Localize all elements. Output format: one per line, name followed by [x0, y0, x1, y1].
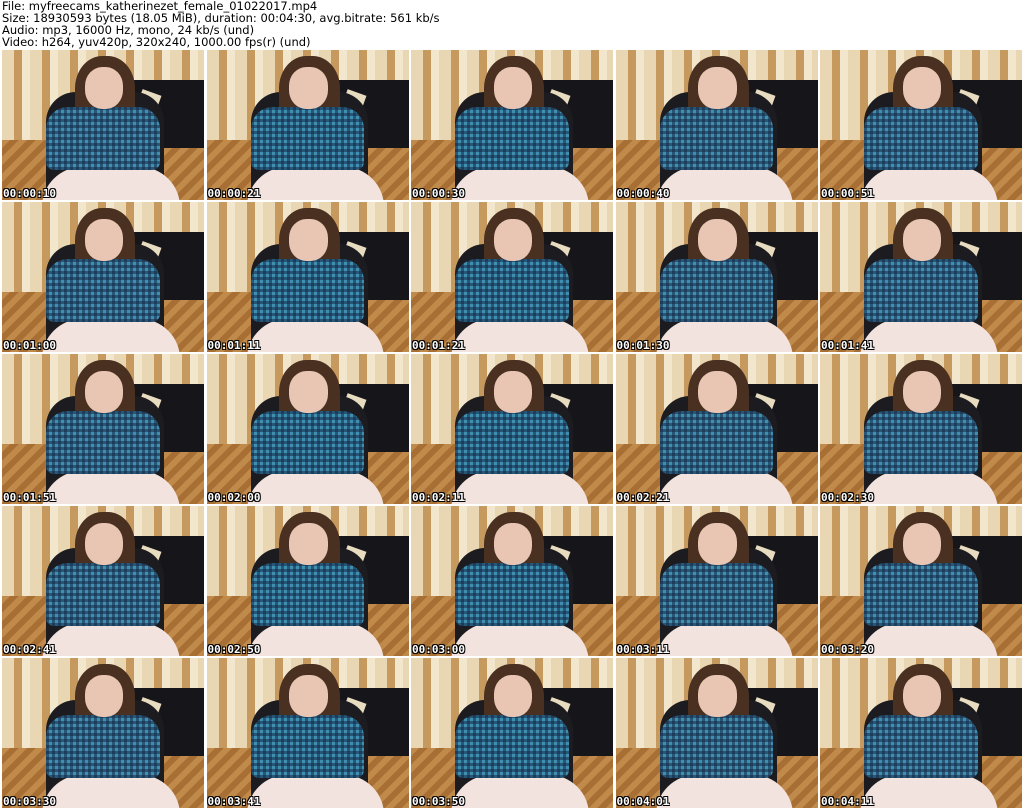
video-thumbnail: 00:02:30 — [820, 354, 1022, 504]
thumbnail-timestamp: 00:03:30 — [3, 795, 56, 808]
thumbnail-timestamp: 00:03:00 — [412, 643, 465, 656]
video-thumbnail: 00:04:11 — [820, 658, 1022, 808]
thumbnail-timestamp: 00:04:01 — [616, 795, 670, 808]
thumbnail-timestamp: 00:02:00 — [207, 491, 261, 504]
thumbnail-timestamp: 00:00:21 — [207, 187, 261, 200]
video-thumbnail: 00:03:00 — [411, 506, 613, 656]
video-thumbnail: 00:03:20 — [820, 506, 1022, 656]
thumbnail-timestamp: 00:03:20 — [821, 643, 874, 656]
thumbnail-timestamp: 00:02:41 — [3, 643, 56, 656]
thumbnail-grid: 00:00:10 00:00:21 00:00:30 00:00:40 00:00:51… — [2, 50, 1022, 808]
video-thumbnail: 00:00:10 — [2, 50, 204, 200]
thumbnail-timestamp: 00:00:30 — [412, 187, 465, 200]
thumbnail-timestamp: 00:02:50 — [207, 643, 261, 656]
video-thumbnail: 00:02:41 — [2, 506, 204, 656]
video-thumbnail: 00:03:30 — [2, 658, 204, 808]
thumbnail-timestamp: 00:00:40 — [616, 187, 670, 200]
thumbnail-timestamp: 00:00:10 — [3, 187, 56, 200]
video-thumbnail: 00:01:51 — [2, 354, 204, 504]
video-thumbnail: 00:03:41 — [206, 658, 409, 808]
video-thumbnail: 00:01:21 — [411, 202, 613, 352]
file-info-header: File: myfreecams_katherinezet_female_010… — [2, 0, 1022, 48]
video-thumbnail: 00:03:11 — [615, 506, 818, 656]
thumbnail-timestamp: 00:02:21 — [616, 491, 670, 504]
video-thumbnail: 00:02:21 — [615, 354, 818, 504]
video-thumbnail: 00:03:50 — [411, 658, 613, 808]
video-thumbnail: 00:00:21 — [206, 50, 409, 200]
video-thumbnail: 00:02:50 — [206, 506, 409, 656]
thumbnail-timestamp: 00:03:11 — [616, 643, 670, 656]
video-thumbnail: 00:02:00 — [206, 354, 409, 504]
video-thumbnail: 00:00:51 — [820, 50, 1022, 200]
thumbnail-timestamp: 00:01:51 — [3, 491, 56, 504]
video-thumbnail: 00:00:30 — [411, 50, 613, 200]
video-thumbnail: 00:02:11 — [411, 354, 613, 504]
thumbnail-timestamp: 00:01:11 — [207, 339, 261, 352]
thumbnail-timestamp: 00:03:41 — [207, 795, 261, 808]
thumbnail-timestamp: 00:04:11 — [821, 795, 874, 808]
thumbnail-timestamp: 00:03:50 — [412, 795, 465, 808]
thumbnail-timestamp: 00:01:41 — [821, 339, 874, 352]
video-thumbnail: 00:00:40 — [615, 50, 818, 200]
thumbnail-timestamp: 00:00:51 — [821, 187, 874, 200]
thumbnail-timestamp: 00:02:30 — [821, 491, 874, 504]
video-thumbnail: 00:01:30 — [615, 202, 818, 352]
thumbnail-timestamp: 00:02:11 — [412, 491, 465, 504]
video-thumbnail: 00:01:00 — [2, 202, 204, 352]
thumbnail-timestamp: 00:01:30 — [616, 339, 670, 352]
video-thumbnail: 00:04:01 — [615, 658, 818, 808]
video-thumbnail: 00:01:11 — [206, 202, 409, 352]
thumbnail-timestamp: 00:01:00 — [3, 339, 56, 352]
video-thumbnail: 00:01:41 — [820, 202, 1022, 352]
video-info-line: Video: h264, yuv420p, 320x240, 1000.00 f… — [2, 35, 311, 49]
thumbnail-timestamp: 00:01:21 — [412, 339, 465, 352]
